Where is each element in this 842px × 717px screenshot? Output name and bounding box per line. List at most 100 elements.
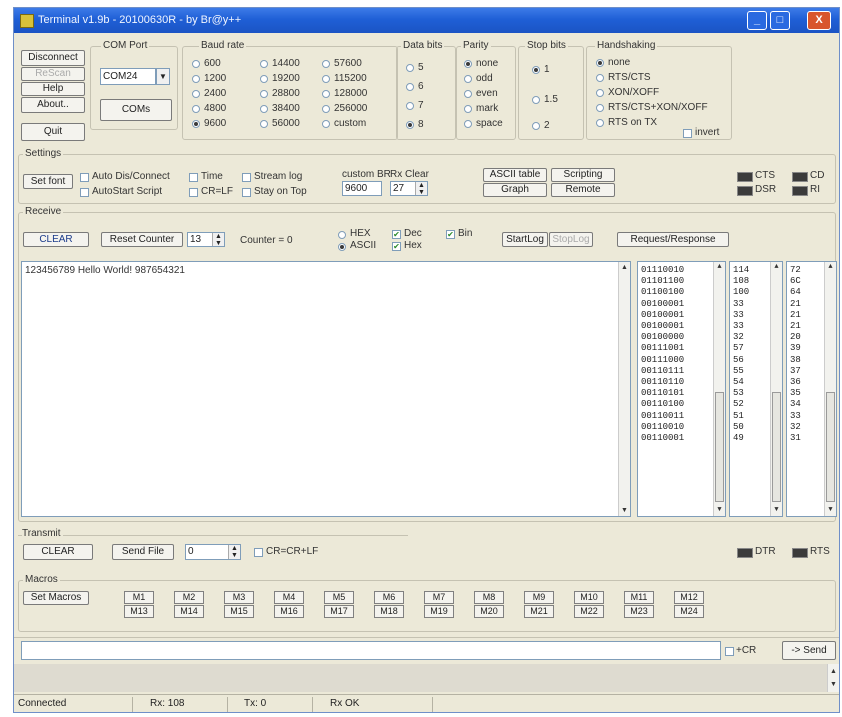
handshake-xon-xoff-radio[interactable] — [596, 89, 604, 97]
chevron-down-icon[interactable]: ▼ — [828, 679, 839, 690]
scroll-thumb[interactable] — [826, 392, 835, 502]
data-bits-5-radio[interactable] — [406, 64, 414, 72]
remote-button[interactable]: Remote — [551, 183, 615, 197]
stream-log-checkbox[interactable] — [242, 173, 251, 182]
chevron-up-icon[interactable]: ▲ — [771, 262, 782, 273]
receive-text-area[interactable]: 123456789 Hello World! 987654321 ▲ ▼ — [21, 261, 631, 517]
rx-clear-input[interactable]: 27 ▲ ▼ — [390, 181, 428, 196]
macro-button-m12[interactable]: M12 — [674, 591, 704, 604]
baud-57600-radio[interactable] — [322, 60, 330, 68]
spin-arrows-icon[interactable]: ▲ ▼ — [212, 233, 224, 246]
stop-bits-1-5-radio[interactable] — [532, 96, 540, 104]
chevron-up-icon[interactable]: ▲ — [825, 262, 836, 273]
spin-arrows-icon[interactable]: ▲ ▼ — [415, 182, 427, 195]
chevron-up-icon[interactable]: ▲ — [619, 262, 630, 273]
macro-button-m19[interactable]: M19 — [424, 605, 454, 618]
bin-checkbox[interactable]: ✔ — [446, 230, 455, 239]
chevron-down-icon[interactable]: ▼ — [156, 68, 170, 85]
parity-odd-radio[interactable] — [464, 75, 472, 83]
baud-2400-radio[interactable] — [192, 90, 200, 98]
baud-19200-radio[interactable] — [260, 75, 268, 83]
chevron-down-icon[interactable]: ▼ — [714, 505, 725, 516]
handshake-rts-on-tx-radio[interactable] — [596, 119, 604, 127]
custom-br-input[interactable]: 9600 — [342, 181, 382, 196]
chevron-down-icon[interactable]: ▼ — [825, 505, 836, 516]
stop-bits-2-radio[interactable] — [532, 122, 540, 130]
receive-clear-button[interactable]: CLEAR — [23, 232, 89, 247]
hex-scrollbar[interactable]: ▲ ▼ — [824, 262, 836, 516]
transmit-spin-input[interactable]: 0 ▲ ▼ — [185, 544, 241, 560]
send-button[interactable]: -> Send — [782, 641, 836, 660]
minimize-button[interactable]: _ — [747, 11, 767, 30]
dec-checkbox[interactable]: ✔ — [392, 230, 401, 239]
scroll-thumb[interactable] — [772, 392, 781, 502]
cr-checkbox[interactable] — [725, 647, 734, 656]
baud-600-radio[interactable] — [192, 60, 200, 68]
macro-button-m3[interactable]: M3 — [224, 591, 254, 604]
chevron-down-icon[interactable]: ▼ — [771, 505, 782, 516]
macro-button-m11[interactable]: M11 — [624, 591, 654, 604]
hex-radio[interactable] — [338, 231, 346, 239]
data-bits-6-radio[interactable] — [406, 83, 414, 91]
macro-button-m4[interactable]: M4 — [274, 591, 304, 604]
ascii-table-button[interactable]: ASCII table — [483, 168, 547, 182]
baud-1200-radio[interactable] — [192, 75, 200, 83]
baud-14400-radio[interactable] — [260, 60, 268, 68]
parity-even-radio[interactable] — [464, 90, 472, 98]
macro-button-m10[interactable]: M10 — [574, 591, 604, 604]
quit-button[interactable]: Quit — [21, 123, 85, 141]
parity-space-radio[interactable] — [464, 120, 472, 128]
send-input[interactable] — [21, 641, 721, 660]
macro-button-m9[interactable]: M9 — [524, 591, 554, 604]
bin-scrollbar[interactable]: ▲ ▼ — [713, 262, 725, 516]
request-response-button[interactable]: Request/Response — [617, 232, 729, 247]
chevron-up-icon[interactable]: ▲ — [714, 262, 725, 273]
baud-115200-radio[interactable] — [322, 75, 330, 83]
baud-128000-radio[interactable] — [322, 90, 330, 98]
invert-checkbox[interactable] — [683, 129, 692, 138]
baud-custom-radio[interactable] — [322, 120, 330, 128]
macro-button-m16[interactable]: M16 — [274, 605, 304, 618]
parity-none-radio[interactable] — [464, 60, 472, 68]
baud-256000-radio[interactable] — [322, 105, 330, 113]
handshake-rts-cts-radio[interactable] — [596, 74, 604, 82]
hex-checkbox[interactable]: ✔ — [392, 242, 401, 251]
baud-4800-radio[interactable] — [192, 105, 200, 113]
macro-button-m18[interactable]: M18 — [374, 605, 404, 618]
macro-button-m23[interactable]: M23 — [624, 605, 654, 618]
hex-column[interactable]: 72 6C 64 21 21 21 20 39 38 37 36 35 34 33 32 31 ▲ ▼ — [786, 261, 837, 517]
macro-button-m5[interactable]: M5 — [324, 591, 354, 604]
cr-lf-checkbox[interactable] — [189, 188, 198, 197]
rescan-button[interactable]: ReScan — [21, 67, 85, 81]
com-port-select[interactable]: COM24 — [100, 68, 156, 85]
macro-button-m2[interactable]: M2 — [174, 591, 204, 604]
macro-button-m17[interactable]: M17 — [324, 605, 354, 618]
chevron-up-icon[interactable]: ▲ — [828, 666, 839, 677]
parity-mark-radio[interactable] — [464, 105, 472, 113]
handshake-none-radio[interactable] — [596, 59, 604, 67]
baud-28800-radio[interactable] — [260, 90, 268, 98]
scripting-button[interactable]: Scripting — [551, 168, 615, 182]
graph-button[interactable]: Graph — [483, 183, 547, 197]
time-checkbox[interactable] — [189, 173, 198, 182]
scroll-thumb[interactable] — [715, 392, 724, 502]
disconnect-button[interactable]: Disconnect — [21, 50, 85, 66]
output-scrollbar[interactable]: ▲ ▼ — [827, 664, 839, 692]
macro-button-m15[interactable]: M15 — [224, 605, 254, 618]
baud-9600-radio[interactable] — [192, 120, 200, 128]
macro-button-m20[interactable]: M20 — [474, 605, 504, 618]
startlog-button[interactable]: StartLog — [502, 232, 548, 247]
stoplog-button[interactable]: StopLog — [549, 232, 593, 247]
macro-button-m24[interactable]: M24 — [674, 605, 704, 618]
set-macros-button[interactable]: Set Macros — [23, 591, 89, 605]
macro-button-m22[interactable]: M22 — [574, 605, 604, 618]
bin-column[interactable]: 01110010 01101100 01100100 00100001 00100001… — [637, 261, 726, 517]
data-bits-8-radio[interactable] — [406, 121, 414, 129]
transmit-clear-button[interactable]: CLEAR — [23, 544, 93, 560]
baud-38400-radio[interactable] — [260, 105, 268, 113]
macro-button-m8[interactable]: M8 — [474, 591, 504, 604]
coms-button[interactable]: COMs — [100, 99, 172, 121]
macro-button-m21[interactable]: M21 — [524, 605, 554, 618]
counter-spin-input[interactable]: 13 ▲ ▼ — [187, 232, 225, 247]
chevron-down-icon[interactable]: ▼ — [619, 505, 630, 516]
